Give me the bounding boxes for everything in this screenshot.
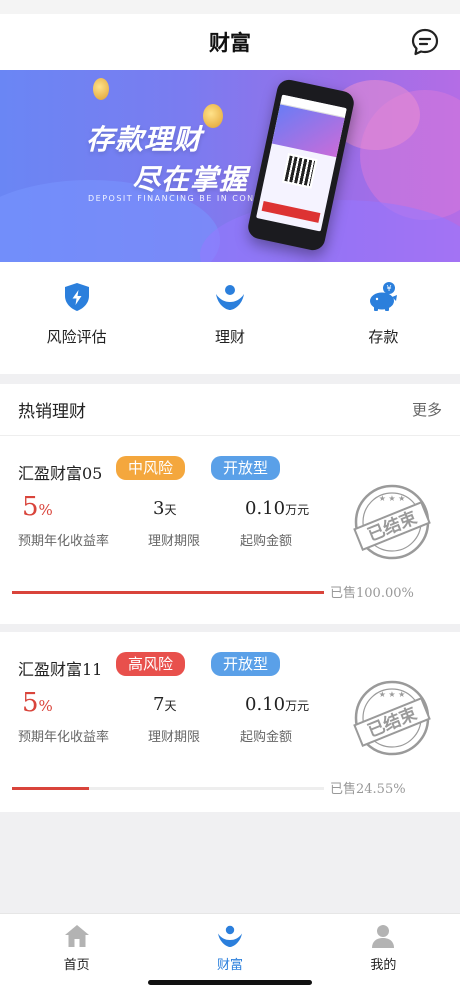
term-value: 7天 [153,694,177,715]
svg-text:已结束: 已结束 [365,507,420,546]
ended-stamp-icon: ★ ★ ★ 已结束 [353,484,431,560]
term-label: 理财期限 [148,534,201,549]
tab-mine[interactable]: 我的 [307,914,460,996]
coin-icon [203,104,223,128]
wealth-icon [217,925,242,947]
message-icon[interactable] [410,27,440,57]
product-name: 汇盈财富11 [18,660,103,679]
expected-rate: 5% [22,492,53,522]
section-header: 热销理财 更多 [0,384,460,436]
tab-label: 首页 [63,958,90,973]
home-icon [64,925,89,947]
quick-action-wealth[interactable]: 理财 [153,262,306,374]
qr-code-icon [281,153,318,189]
min-amount-value: 0.10万元 [245,498,310,519]
svg-text:★ ★ ★: ★ ★ ★ [379,690,406,699]
banner-headline-1: 存款理财 [86,123,203,156]
min-amount-value: 0.10万元 [245,694,310,715]
person-icon [372,925,395,948]
quick-action-risk-assessment[interactable]: 风险评估 [0,262,153,374]
hot-products-section: 热销理财 更多 汇盈财富05 中风险 开放型 5% 预期年化收益率 3天 理财期… [0,384,460,812]
banner-headline-2: 尽在掌握 [132,163,249,196]
piggy-bank-icon: ¥ [370,282,398,311]
sales-progress-fill [12,591,324,594]
ended-stamp-icon: ★ ★ ★ 已结束 [353,680,431,756]
sales-progress-fill [12,787,89,790]
top-header: 财富 [0,14,460,70]
expected-rate: 5% [22,688,53,718]
svg-text:★ ★ ★: ★ ★ ★ [379,494,406,503]
product-type-badge: 开放型 [211,652,281,676]
product-card[interactable]: 汇盈财富05 中风险 开放型 5% 预期年化收益率 3天 理财期限 0.10万元… [0,436,460,624]
product-type-badge: 开放型 [211,456,281,480]
tab-label: 我的 [370,958,397,973]
rate-label: 预期年化收益率 [18,534,110,549]
more-link[interactable]: 更多 [412,399,442,420]
quick-action-label: 风险评估 [46,328,107,346]
promo-banner[interactable]: 存款理财 尽在掌握 DEPOSIT FINANCING BE IN CONTRO… [0,70,460,262]
shield-bolt-icon [64,283,89,311]
svg-text:已结束: 已结束 [365,703,420,742]
sold-percentage: 已售100.00% [330,586,414,601]
product-name: 汇盈财富05 [18,464,103,483]
rate-label: 预期年化收益率 [18,730,110,745]
risk-badge: 高风险 [116,652,186,676]
term-label: 理财期限 [148,730,201,745]
min-amount-label: 起购金额 [240,730,293,745]
sales-progress-bar [12,591,324,594]
sales-progress-bar [12,787,324,790]
term-value: 3天 [153,498,177,519]
quick-action-label: 理财 [214,328,245,346]
page-title: 财富 [209,31,251,55]
quick-action-deposit[interactable]: ¥ 存款 [307,262,460,374]
svg-text:¥: ¥ [387,284,392,293]
wealth-icon [215,285,244,310]
product-card[interactable]: 汇盈财富11 高风险 开放型 5% 预期年化收益率 7天 理财期限 0.10万元… [0,624,460,812]
min-amount-label: 起购金额 [240,534,293,549]
tab-home[interactable]: 首页 [0,914,153,996]
status-bar [0,0,460,14]
risk-badge: 中风险 [116,456,186,480]
coin-icon [93,78,109,100]
quick-actions: 风险评估 理财 ¥ 存款 [0,262,460,374]
section-title: 热销理财 [18,402,86,422]
quick-action-label: 存款 [368,328,399,346]
sold-percentage: 已售24.55% [330,782,406,797]
home-indicator [148,980,312,985]
tab-label: 财富 [216,958,243,973]
